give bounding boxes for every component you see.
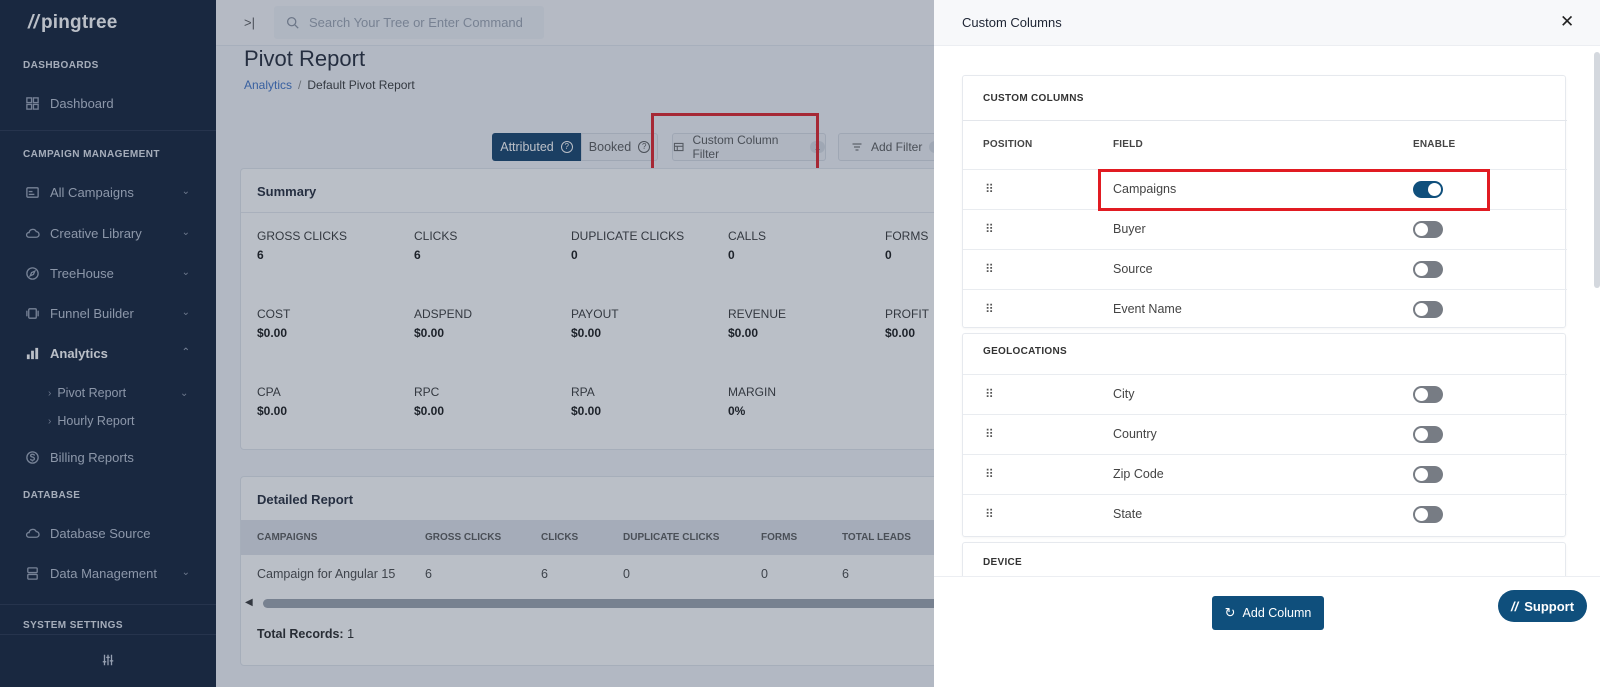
drag-handle-icon[interactable]: ⠿ [985,507,994,521]
support-label: Support [1524,598,1575,614]
group-geolocations: GEOLOCATIONS ⠿ City ⠿ Country ⠿ Zip Code… [962,333,1567,537]
field-name: Event Name [1113,302,1182,316]
toggle-knob [1415,468,1428,481]
group-divider [963,120,1567,121]
panel-header: Custom Columns ✕ [934,0,1600,46]
drag-handle-icon[interactable]: ⠿ [985,222,994,236]
panel-body: CUSTOM COLUMNS POSITION FIELD ENABLE ⠿ C… [934,46,1600,576]
enable-toggle[interactable] [1413,301,1443,318]
drag-handle-icon[interactable]: ⠿ [985,467,994,481]
vertical-scrollbar[interactable] [1594,52,1600,288]
modal-backdrop[interactable] [0,0,934,687]
enable-toggle[interactable] [1413,221,1443,238]
drag-handle-icon[interactable]: ⠿ [985,262,994,276]
support-logo-icon: // [1510,598,1519,614]
drag-handle-icon[interactable]: ⠿ [985,182,994,196]
field-name: Country [1113,427,1157,441]
field-header: FIELD [1113,139,1143,150]
field-name: City [1113,387,1135,401]
panel-title: Custom Columns [962,15,1062,30]
enable-toggle[interactable] [1413,466,1443,483]
field-row-buyer[interactable]: ⠿ Buyer [963,209,1567,249]
highlight-box [1098,169,1490,211]
position-header: POSITION [983,139,1033,150]
field-row-zip-code[interactable]: ⠿ Zip Code [963,454,1567,494]
drag-handle-icon[interactable]: ⠿ [985,427,994,441]
refresh-icon: ↻ [1224,605,1236,620]
enable-toggle[interactable] [1413,506,1443,523]
field-row-event-name[interactable]: ⠿ Event Name [963,289,1567,329]
field-name: State [1113,507,1143,521]
group-title: CUSTOM COLUMNS [983,93,1084,104]
custom-columns-panel: Custom Columns ✕ CUSTOM COLUMNS POSITION… [934,0,1600,687]
enable-header: ENABLE [1413,139,1456,150]
field-name: Zip Code [1113,467,1164,481]
toggle-knob [1415,508,1428,521]
enable-toggle[interactable] [1413,261,1443,278]
toggle-knob [1415,263,1428,276]
field-row-city[interactable]: ⠿ City [963,374,1567,414]
field-row-state[interactable]: ⠿ State [963,494,1567,534]
toggle-knob [1415,388,1428,401]
drag-handle-icon[interactable]: ⠿ [985,387,994,401]
panel-footer: ↻ Add Column [934,576,1600,687]
toggle-knob [1415,223,1428,236]
toggle-knob [1415,428,1428,441]
enable-toggle[interactable] [1413,426,1443,443]
group-device: DEVICE [962,542,1566,576]
support-button[interactable]: // Support [1498,590,1587,622]
group-title: GEOLOCATIONS [983,346,1067,357]
close-icon[interactable]: ✕ [1560,12,1574,32]
toggle-knob [1415,303,1428,316]
add-column-button[interactable]: ↻ Add Column [1212,596,1324,630]
drag-handle-icon[interactable]: ⠿ [985,302,994,316]
field-name: Source [1113,262,1153,276]
group-title: DEVICE [983,557,1023,568]
add-column-label: Add Column [1242,606,1312,620]
field-name: Buyer [1113,222,1146,236]
field-row-source[interactable]: ⠿ Source [963,249,1567,289]
enable-toggle[interactable] [1413,386,1443,403]
field-row-country[interactable]: ⠿ Country [963,414,1567,454]
